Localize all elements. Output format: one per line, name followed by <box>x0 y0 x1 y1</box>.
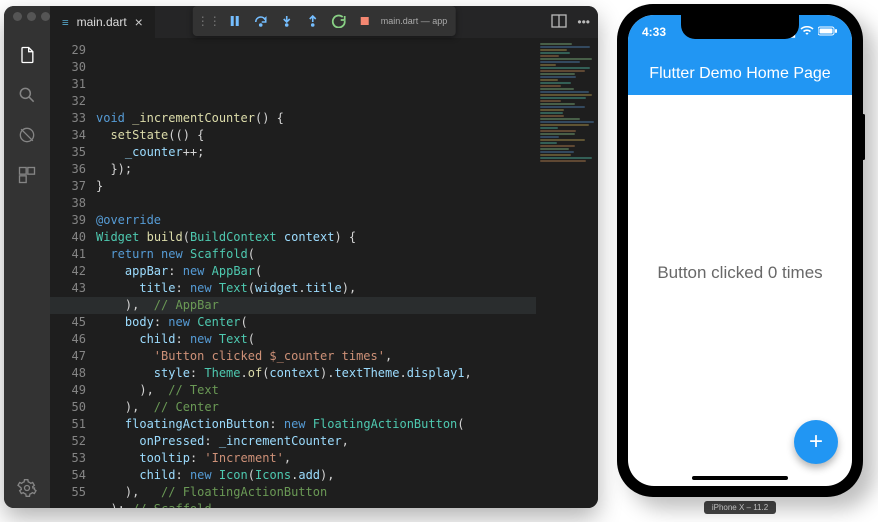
fab-add-button[interactable]: + <box>794 420 838 464</box>
ide-window: ≡ main.dart × ⋮⋮ <box>4 6 598 508</box>
file-icon: ≡ <box>62 16 69 29</box>
home-indicator[interactable] <box>692 476 788 480</box>
debug-target-label: main.dart — app <box>379 17 452 26</box>
tab-bar: ≡ main.dart × ⋮⋮ <box>50 6 598 38</box>
status-time: 4:33 <box>642 25 666 39</box>
stop-icon[interactable] <box>353 9 377 33</box>
settings-gear-icon[interactable] <box>4 468 50 508</box>
wifi-icon <box>800 25 814 39</box>
code-editor[interactable]: 2930313233343536373839404142434445464748… <box>50 38 598 508</box>
app-bar-title: Flutter Demo Home Page <box>649 65 830 83</box>
simulator-label: iPhone X – 11.2 <box>704 501 776 514</box>
step-out-icon[interactable] <box>301 9 325 33</box>
editor-actions: ••• <box>551 6 598 38</box>
tab-label: main.dart <box>77 15 127 29</box>
line-gutter: 2930313233343536373839404142434445464748… <box>50 38 96 508</box>
app-body: Button clicked 0 times + <box>628 95 852 486</box>
tab-main-dart[interactable]: ≡ main.dart × <box>50 6 156 38</box>
drag-grip-icon[interactable]: ⋮⋮ <box>197 9 221 33</box>
hot-reload-icon[interactable] <box>327 9 351 33</box>
tab-close-icon[interactable]: × <box>135 14 143 30</box>
step-over-icon[interactable] <box>249 9 273 33</box>
minimap[interactable] <box>536 38 598 508</box>
counter-text: Button clicked 0 times <box>657 263 822 283</box>
split-editor-icon[interactable] <box>551 14 567 31</box>
phone-frame: 4:33 ▮▮▮ Flutter Demo Home Page Button c… <box>617 4 863 497</box>
more-actions-icon[interactable]: ••• <box>577 15 590 29</box>
app-bar: Flutter Demo Home Page <box>628 53 852 95</box>
battery-icon <box>818 25 838 39</box>
simulator: 4:33 ▮▮▮ Flutter Demo Home Page Button c… <box>616 4 864 514</box>
activity-bar <box>4 6 50 508</box>
phone-notch <box>681 15 799 39</box>
extensions-icon[interactable] <box>4 155 50 195</box>
window-traffic-lights[interactable] <box>4 12 50 21</box>
phone-screen[interactable]: 4:33 ▮▮▮ Flutter Demo Home Page Button c… <box>628 15 852 486</box>
step-into-icon[interactable] <box>275 9 299 33</box>
plus-icon: + <box>809 428 823 456</box>
explorer-icon[interactable] <box>4 35 50 75</box>
pause-icon[interactable] <box>223 9 247 33</box>
code-area[interactable]: void _incrementCounter() { setState(() {… <box>96 38 536 508</box>
editor-group: ≡ main.dart × ⋮⋮ <box>50 6 598 508</box>
search-icon[interactable] <box>4 75 50 115</box>
debug-icon[interactable] <box>4 115 50 155</box>
debug-toolbar[interactable]: ⋮⋮ main.dart — app <box>193 6 456 36</box>
